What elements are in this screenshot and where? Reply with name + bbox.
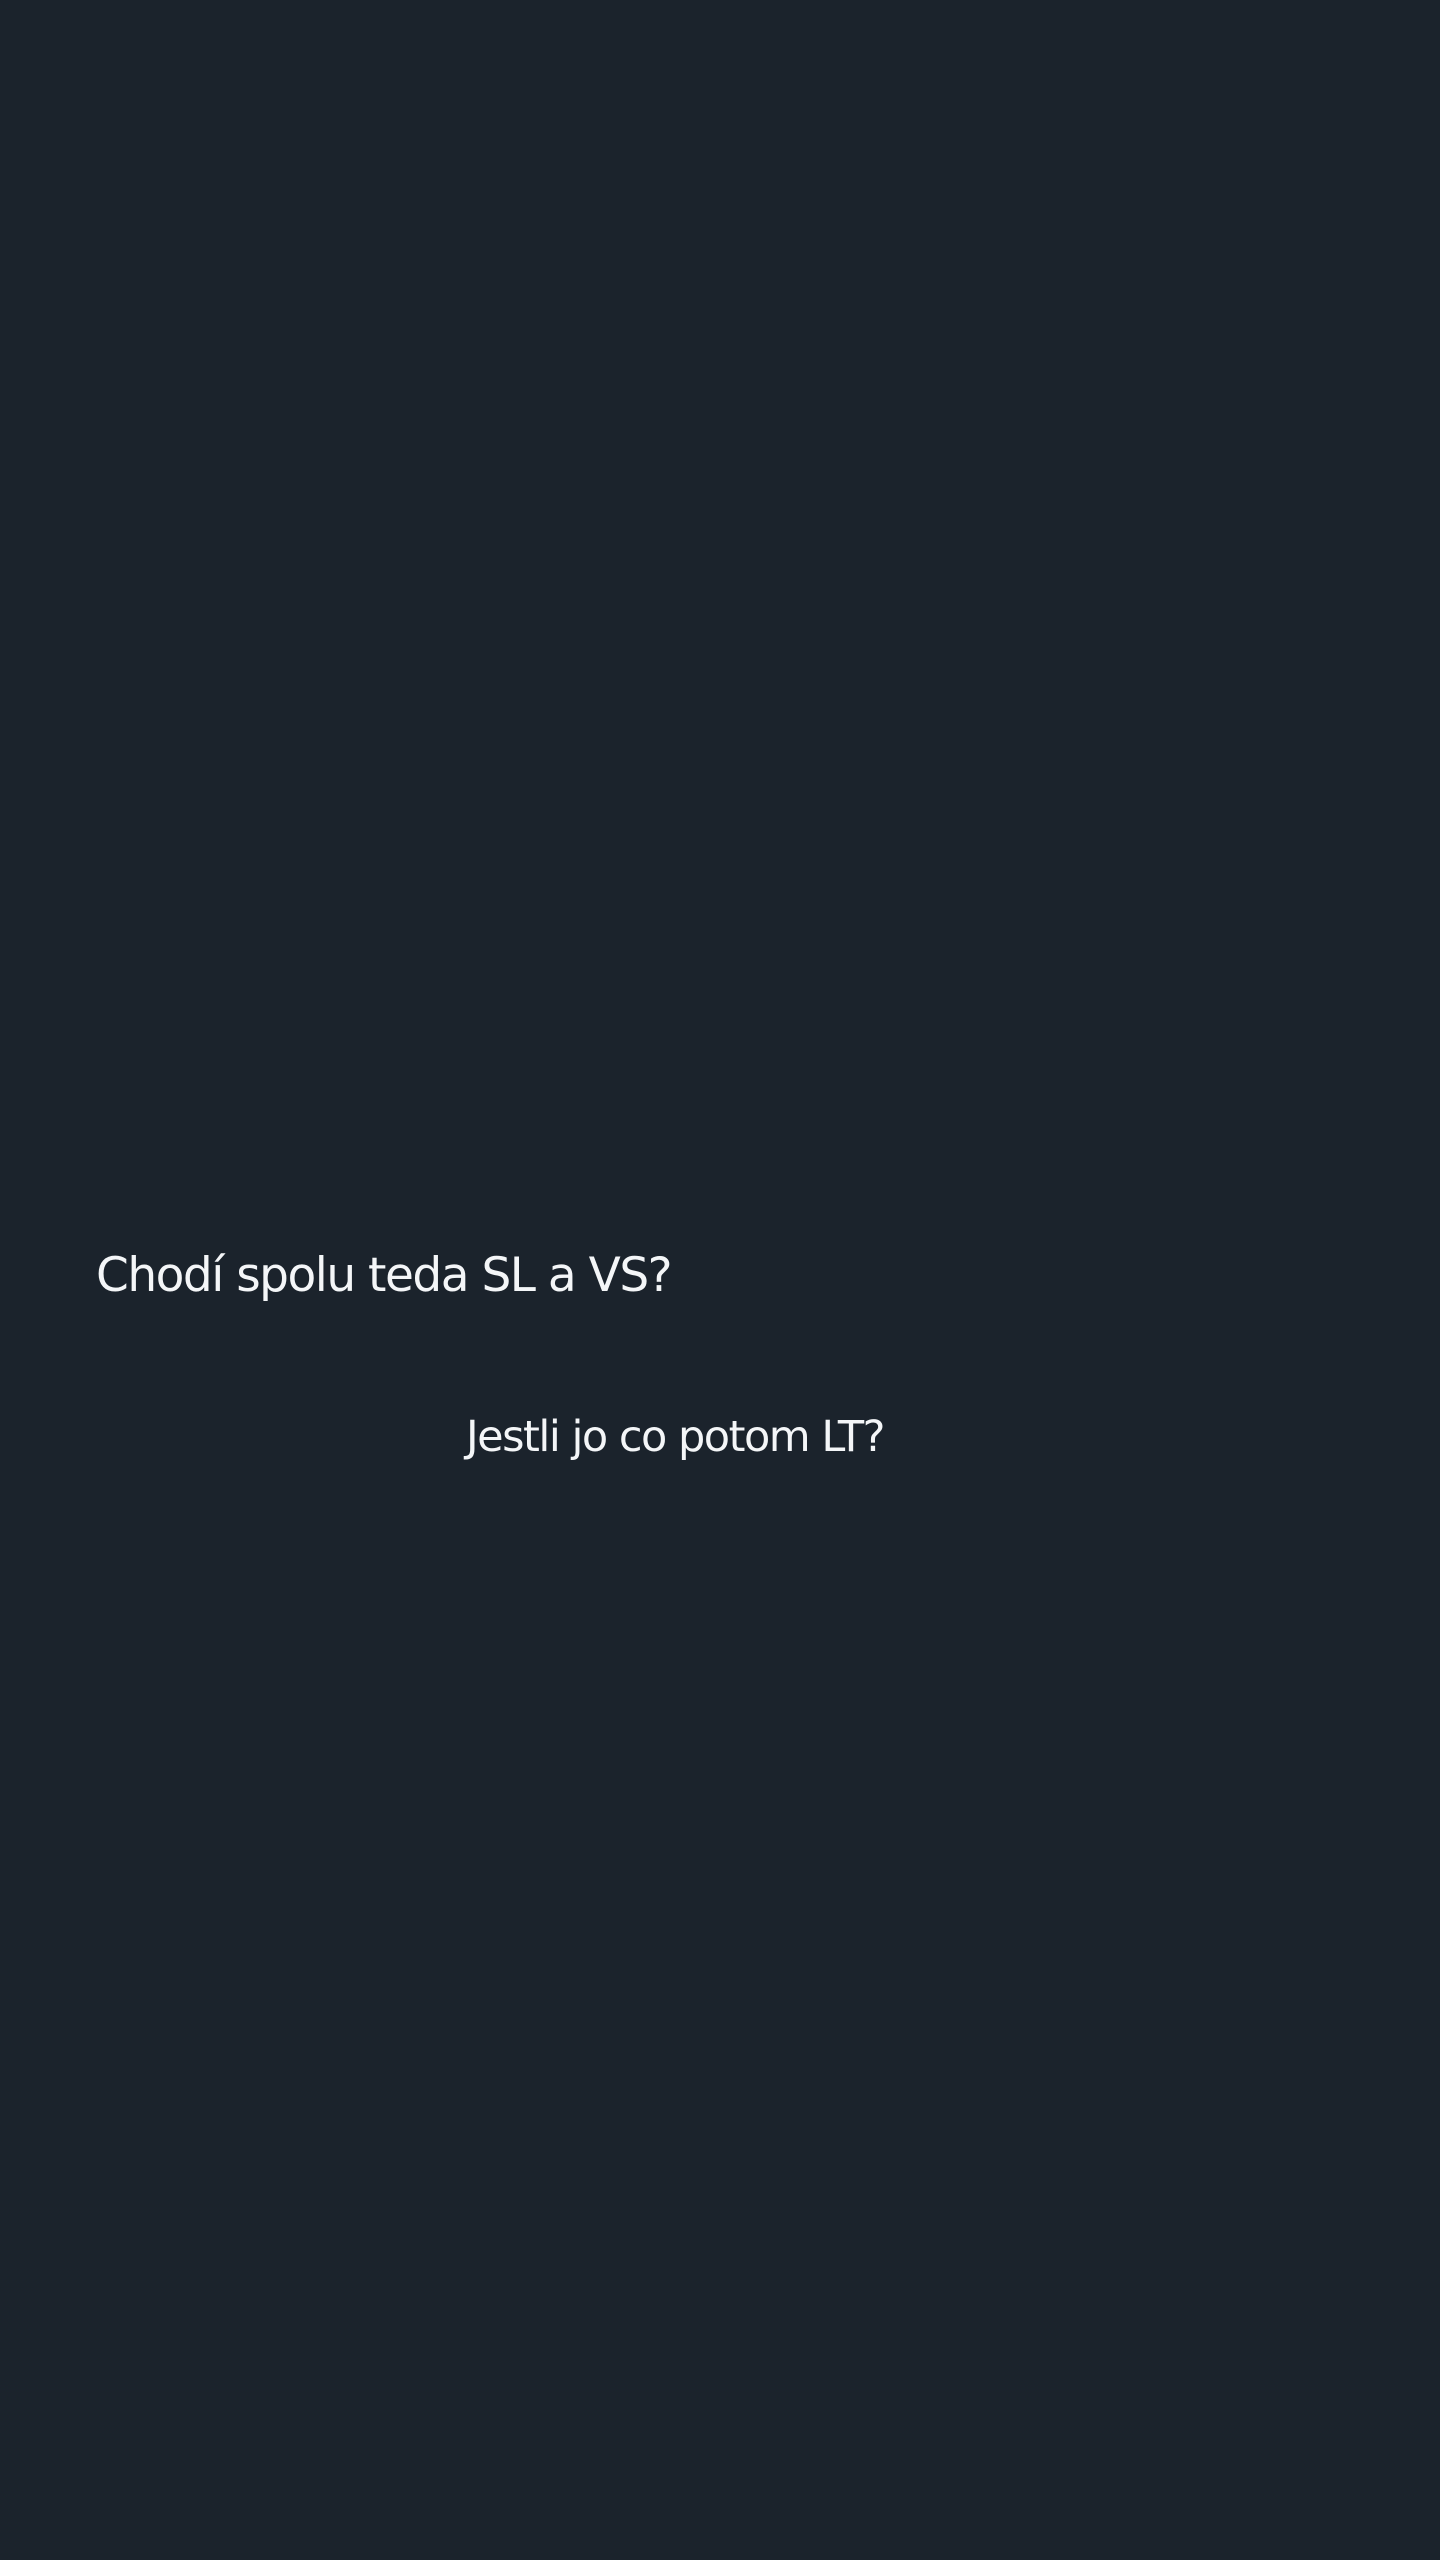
story-canvas[interactable]: Chodí spolu teda SL a VS? Jestli jo co p… [0,0,1440,2560]
story-text-question: Chodí spolu teda SL a VS? [96,1248,673,1303]
story-text-followup: Jestli jo co potom LT? [466,1412,885,1462]
